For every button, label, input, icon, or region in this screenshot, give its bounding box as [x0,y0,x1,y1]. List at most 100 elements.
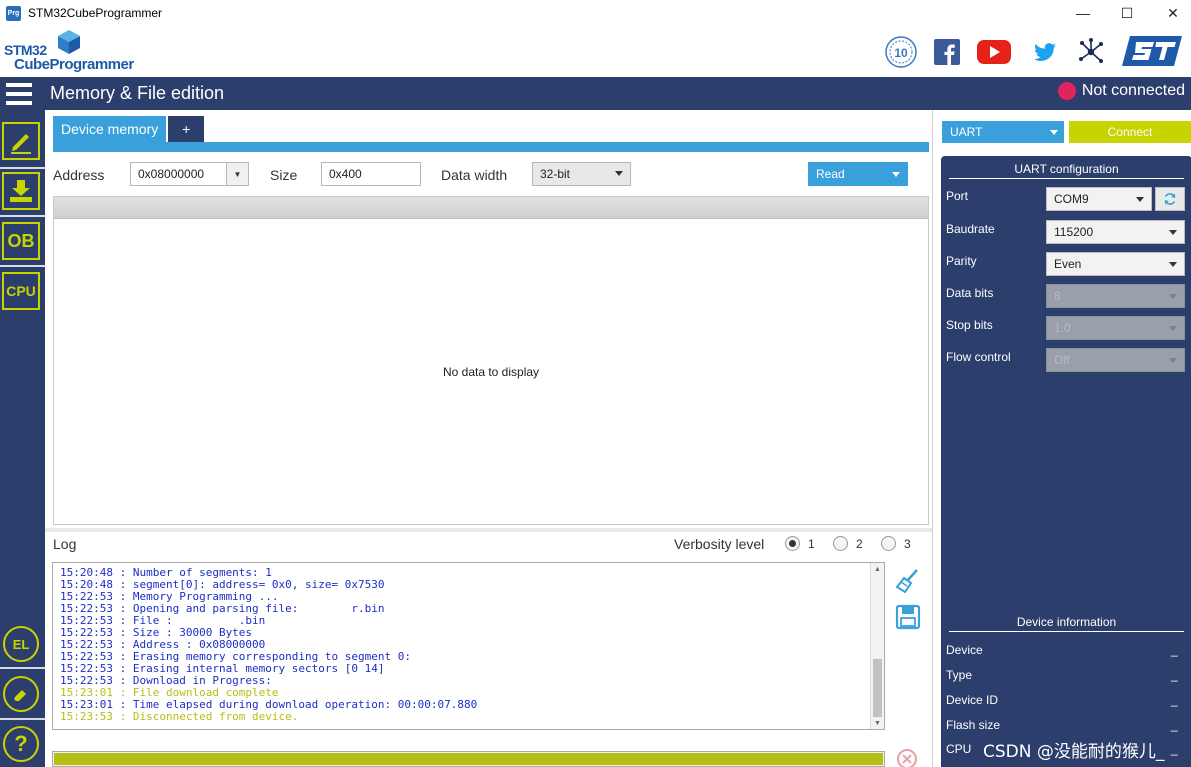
add-tab-button[interactable]: + [168,116,205,142]
interface-value: UART [950,125,983,139]
status-dot-icon [1057,82,1076,100]
verbosity-radio-1[interactable]: 1 [785,536,815,551]
sidebar-item-option-bytes[interactable]: OB [2,222,40,260]
chevron-down-icon [1136,197,1144,202]
uart-config-title: UART configuration [949,162,1184,179]
progress-bar [52,751,885,767]
log-scrollbar[interactable]: ▲ ▼ [870,563,884,729]
type-value: _ [1171,668,1178,682]
parity-select[interactable]: Even [1046,252,1185,276]
sidebar-item-eraser[interactable] [3,676,39,712]
sidebar-item-erasing-programming[interactable] [2,172,40,210]
stop-bits-select: 1.0 [1046,316,1185,340]
size-input[interactable]: 0x400 [321,162,421,186]
brand-bar: STM32 CubeProgrammer 10 [0,26,1191,77]
youtube-icon[interactable] [977,39,1011,65]
sidebar-item-help[interactable]: ? [3,726,39,762]
empty-grid-message: No data to display [442,365,540,379]
radio-icon [881,536,896,551]
size-label: Size [270,167,298,183]
cpu-icon: CPU [6,283,36,299]
refresh-port-button[interactable] [1155,187,1185,211]
chevron-down-icon [1169,262,1177,267]
help-icon: ? [14,731,28,756]
chevron-down-icon [1169,358,1177,363]
eraser-icon [14,690,26,701]
sidebar-divider [0,667,45,669]
verbosity-option-label: 1 [808,536,815,551]
size-value: 0x400 [329,167,362,181]
verbosity-radio-2[interactable]: 2 [833,536,863,551]
cancel-icon[interactable] [896,748,918,767]
address-label: Address [53,167,105,183]
log-line: 15:23:53 : Disconnected from device. [60,710,299,723]
data-width-select[interactable]: 32-bit [532,162,631,186]
verbosity-radio-3[interactable]: 3 [881,536,911,551]
verbosity-option-label: 3 [904,536,911,551]
anniversary-badge-icon[interactable]: 10 [885,36,917,68]
connection-status: Not connected [1057,82,1185,100]
pane-splitter[interactable] [45,528,932,532]
cpu-value: _ [1171,742,1178,756]
cube-icon [58,30,80,54]
chevron-down-icon[interactable]: ▼ [226,163,248,185]
port-select[interactable]: COM9 [1046,187,1152,211]
network-icon[interactable] [1076,37,1106,67]
flash-size-label: Flash size [946,718,1001,732]
chevron-down-icon [1169,326,1177,331]
status-text: Not connected [1081,82,1185,99]
facebook-icon[interactable] [934,39,960,65]
tab-device-memory[interactable]: Device memory [53,116,167,142]
clear-log-broom-icon[interactable] [895,568,921,594]
hamburger-menu-icon[interactable] [6,83,32,105]
chevron-down-icon [615,171,623,176]
baudrate-value: 115200 [1054,225,1094,239]
refresh-icon [1164,193,1176,205]
scroll-up-icon[interactable]: ▲ [871,563,884,575]
scroll-down-icon[interactable]: ▼ [871,717,884,729]
log-lines: 15:20:48 : Number of segments: 1 15:20:48… [60,567,477,723]
chevron-down-icon [1169,294,1177,299]
device-label: Device [946,643,983,657]
maximize-button[interactable]: ☐ [1104,0,1150,26]
log-label: Log [53,536,77,552]
page-title: Memory & File edition [50,83,225,103]
badge-text: 10 [894,46,908,60]
minimize-button[interactable]: — [1060,0,1106,26]
logo-line2: CubeProgrammer [14,56,134,73]
download-icon [10,180,32,202]
save-log-icon[interactable] [895,604,921,630]
verbosity-option-label: 2 [856,536,863,551]
scroll-thumb[interactable] [873,659,882,717]
parity-label: Parity [946,254,977,268]
device-info-title: Device information [949,615,1184,632]
window-titlebar: Prg STM32CubeProgrammer — ☐ ✕ [0,0,1191,26]
log-output[interactable]: 15:20:48 : Number of segments: 1 15:20:48… [52,562,885,730]
stop-bits-value: 1.0 [1054,321,1071,335]
verbosity-label: Verbosity level [674,536,765,552]
flow-control-label: Flow control [946,350,1011,364]
close-button[interactable]: ✕ [1150,0,1191,26]
memory-data-grid: No data to display [53,196,929,525]
sidebar-divider [0,718,45,720]
ob-icon: OB [7,230,35,251]
connect-button[interactable]: Connect [1069,121,1191,143]
cpu-label: CPU [946,742,972,756]
interface-select[interactable]: UART [942,121,1064,143]
st-logo-icon[interactable] [1122,34,1182,68]
flash-size-value: _ [1171,718,1178,732]
pencil-icon [11,134,31,154]
chevron-down-icon [1050,130,1058,135]
sidebar-item-memory-file-edit[interactable] [2,122,40,160]
sidebar-item-cpu[interactable]: CPU [2,272,40,310]
port-label: Port [946,189,969,203]
chevron-down-icon [1169,230,1177,235]
address-combo[interactable]: 0x08000000 ▼ [130,162,249,186]
twitter-icon[interactable] [1032,39,1058,65]
sidebar-item-el[interactable]: EL [3,626,39,662]
baudrate-select[interactable]: 115200 [1046,220,1185,244]
read-button[interactable]: Read [808,162,908,186]
data-width-label: Data width [441,167,508,183]
baudrate-label: Baudrate [946,222,995,236]
app-icon: Prg [6,5,21,21]
